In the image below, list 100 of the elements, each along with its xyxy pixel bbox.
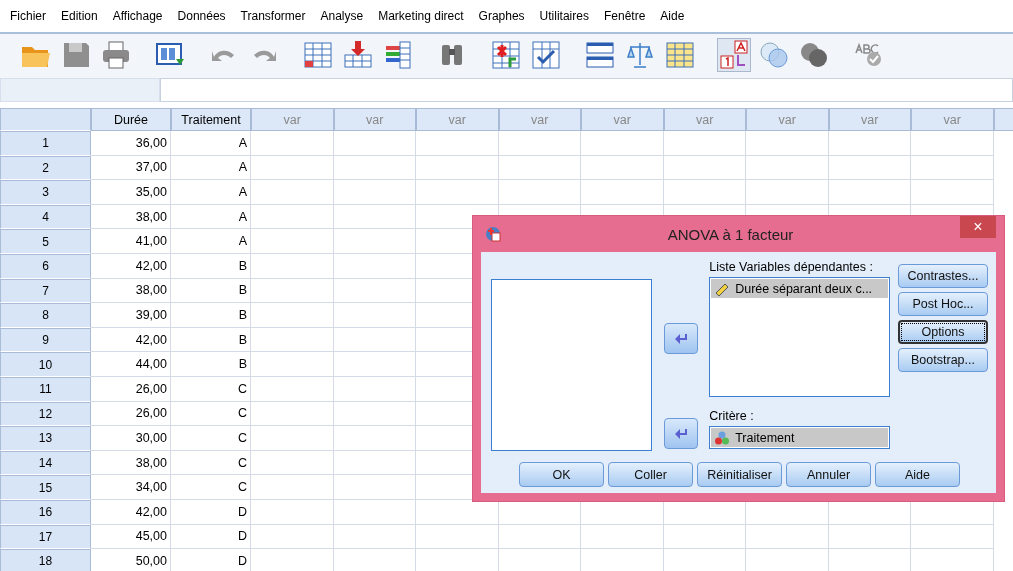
table-cell[interactable] — [333, 426, 416, 451]
table-cell[interactable]: C — [171, 475, 251, 500]
table-cell[interactable]: B — [171, 303, 251, 328]
table-cell[interactable]: 35,00 — [91, 180, 171, 205]
table-cell[interactable]: 34,00 — [91, 475, 171, 500]
insert-row-icon[interactable] — [342, 39, 374, 71]
table-cell[interactable]: B — [171, 278, 251, 304]
table-cell[interactable] — [251, 401, 334, 427]
table-cell[interactable] — [746, 131, 829, 156]
table-cell[interactable] — [251, 450, 334, 476]
table-cell[interactable] — [663, 180, 746, 205]
table-cell[interactable]: B — [171, 327, 251, 353]
table-cell[interactable] — [251, 352, 334, 377]
table-icon[interactable] — [302, 39, 334, 71]
grid-table-icon[interactable] — [664, 39, 696, 71]
table-cell[interactable] — [251, 475, 334, 500]
table-cell[interactable] — [251, 131, 334, 156]
table-cell[interactable] — [333, 327, 416, 353]
table-cell[interactable]: C — [171, 401, 251, 427]
table-cell[interactable] — [581, 524, 664, 550]
table-cell[interactable] — [828, 180, 911, 205]
dialog-button[interactable]: Réinitialiser — [697, 462, 782, 487]
table-cell[interactable] — [333, 524, 416, 550]
cell-name-field[interactable] — [0, 78, 160, 102]
menu-item[interactable]: Fichier — [4, 9, 55, 23]
table-cell[interactable] — [333, 376, 416, 402]
table-cell[interactable]: 37,00 — [91, 155, 171, 181]
table-cell[interactable] — [911, 155, 994, 181]
table-cell[interactable]: C — [171, 450, 251, 476]
dialog-button[interactable]: Annuler — [786, 462, 871, 487]
table-cell[interactable] — [416, 131, 499, 156]
table-cell[interactable]: 41,00 — [91, 229, 171, 254]
table-cell[interactable] — [333, 253, 416, 279]
table-cell[interactable] — [333, 155, 416, 181]
table-cell[interactable]: 39,00 — [91, 303, 171, 328]
row-number[interactable]: 1 — [0, 131, 91, 156]
row-number[interactable]: 5 — [0, 229, 91, 254]
menu-item[interactable]: Utilitaires — [533, 9, 598, 23]
row-number[interactable]: 12 — [0, 401, 91, 427]
table-cell[interactable] — [498, 524, 581, 550]
menu-item[interactable]: Graphes — [472, 9, 534, 23]
table-cell[interactable] — [498, 155, 581, 181]
table-cell[interactable] — [581, 131, 664, 156]
table-cell[interactable] — [251, 499, 334, 525]
factor-field[interactable]: Traitement — [709, 426, 890, 449]
list-item[interactable]: Durée séparant deux c... — [711, 279, 888, 298]
table-cell[interactable] — [251, 155, 334, 181]
table-cell[interactable] — [828, 524, 911, 550]
table-cell[interactable]: B — [171, 352, 251, 377]
row-number[interactable]: 11 — [0, 376, 91, 402]
dialog-button[interactable]: OK — [519, 462, 604, 487]
table-cell[interactable] — [251, 327, 334, 353]
corner-cell[interactable] — [0, 108, 91, 131]
dialog-button[interactable]: Options — [898, 320, 988, 344]
table-cell[interactable] — [251, 524, 334, 550]
table-cell[interactable]: 42,00 — [91, 327, 171, 353]
row-number[interactable]: 9 — [0, 327, 91, 353]
table-cell[interactable] — [333, 229, 416, 254]
row-number[interactable]: 8 — [0, 303, 91, 328]
table-cell[interactable] — [333, 401, 416, 427]
table-cell[interactable]: A — [171, 180, 251, 205]
dependent-list[interactable]: Durée séparant deux c... — [709, 277, 890, 397]
table-cell[interactable] — [251, 278, 334, 304]
table-cell[interactable] — [251, 426, 334, 451]
table-cell[interactable] — [251, 229, 334, 254]
table-cell[interactable]: D — [171, 524, 251, 550]
table-cell[interactable] — [911, 524, 994, 550]
dialog-button[interactable]: Bootstrap... — [898, 348, 988, 372]
table-cell[interactable] — [746, 155, 829, 181]
table-cell[interactable] — [663, 524, 746, 550]
row-number[interactable]: 7 — [0, 278, 91, 304]
table-cell[interactable] — [663, 131, 746, 156]
dialog-button[interactable]: Post Hoc... — [898, 292, 988, 316]
table-cell[interactable] — [416, 524, 499, 550]
table-cell[interactable] — [746, 524, 829, 550]
table-cell[interactable]: 42,00 — [91, 253, 171, 279]
table-cell[interactable] — [581, 155, 664, 181]
table-cell[interactable] — [333, 352, 416, 377]
move-button[interactable] — [663, 323, 698, 354]
table-cell[interactable] — [333, 131, 416, 156]
table-cell[interactable]: 45,00 — [91, 524, 171, 550]
split-table-icon[interactable] — [584, 39, 616, 71]
table-cell[interactable] — [333, 450, 416, 476]
cell-value-field[interactable] — [160, 78, 1013, 102]
menu-item[interactable]: Marketing direct — [372, 9, 473, 23]
row-number[interactable]: 2 — [0, 155, 91, 181]
column-header[interactable]: Traitement — [171, 108, 251, 131]
row-number[interactable]: 10 — [0, 352, 91, 377]
table-cell[interactable]: 42,00 — [91, 499, 171, 525]
row-number[interactable]: 3 — [0, 180, 91, 205]
close-button[interactable]: × — [960, 216, 996, 238]
table-cell[interactable] — [333, 475, 416, 500]
table-cell[interactable] — [663, 155, 746, 181]
dialog-button[interactable]: Coller — [608, 462, 693, 487]
table-cell[interactable] — [333, 303, 416, 328]
table-cell[interactable] — [416, 180, 499, 205]
table-cell[interactable] — [251, 253, 334, 279]
value-labels-icon[interactable] — [718, 39, 750, 71]
row-number[interactable]: 18 — [0, 549, 91, 571]
table-cell[interactable] — [911, 180, 994, 205]
